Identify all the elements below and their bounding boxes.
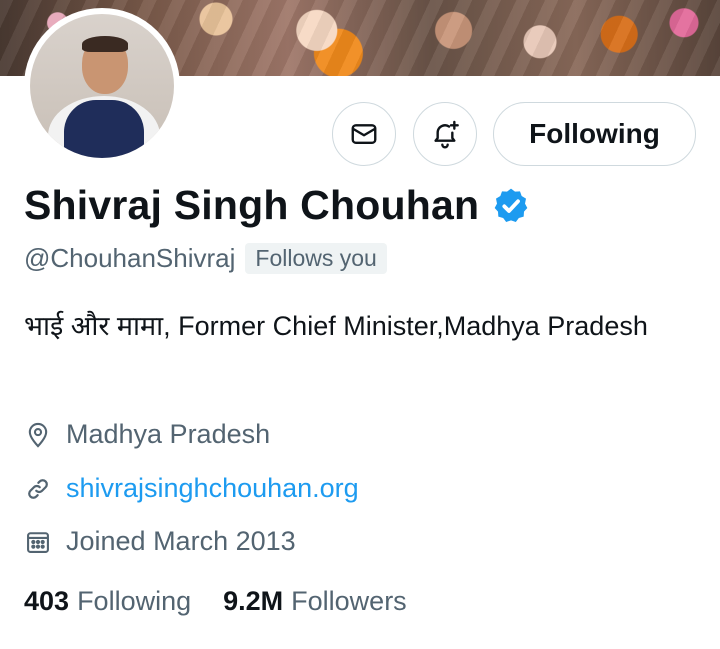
followers-label: Followers <box>291 586 407 616</box>
joined-row: Joined March 2013 <box>24 526 296 557</box>
bell-plus-icon <box>434 120 459 149</box>
following-stat[interactable]: 403 Following <box>24 586 191 617</box>
location-pin-icon <box>28 422 48 448</box>
calendar-icon <box>27 531 49 553</box>
profile-location: Madhya Pradesh <box>66 419 271 449</box>
profile-website-link[interactable]: shivrajsinghchouhan.org <box>66 473 359 504</box>
following-count: 403 <box>24 586 70 616</box>
notify-button[interactable] <box>413 102 477 166</box>
envelope-icon <box>351 124 377 144</box>
location-row: Madhya Pradesh <box>24 419 270 450</box>
following-button[interactable]: Following <box>493 102 696 166</box>
verified-badge-icon[interactable] <box>491 186 531 226</box>
profile-joined-date: Joined March 2013 <box>66 526 296 556</box>
website-row: shivrajsinghchouhan.org <box>24 473 359 504</box>
avatar-photo <box>30 14 174 158</box>
profile-handle: @ChouhanShivraj <box>24 243 236 273</box>
followers-count: 9.2M <box>223 586 284 616</box>
follows-you-badge: Follows you <box>245 243 387 274</box>
profile-name: Shivraj Singh Chouhan <box>24 182 480 228</box>
handle-row: @ChouhanShivraj Follows you <box>24 243 387 274</box>
profile-bio: भाई और मामा, Former Chief Minister,Madhy… <box>24 311 648 341</box>
following-label: Following <box>77 586 192 616</box>
message-button[interactable] <box>332 102 396 166</box>
profile-stats: 403 Following 9.2M Followers <box>24 586 407 617</box>
avatar[interactable] <box>24 8 180 164</box>
profile-name-row: Shivraj Singh Chouhan <box>24 182 531 229</box>
followers-stat[interactable]: 9.2M Followers <box>223 586 407 617</box>
link-icon <box>28 478 48 499</box>
